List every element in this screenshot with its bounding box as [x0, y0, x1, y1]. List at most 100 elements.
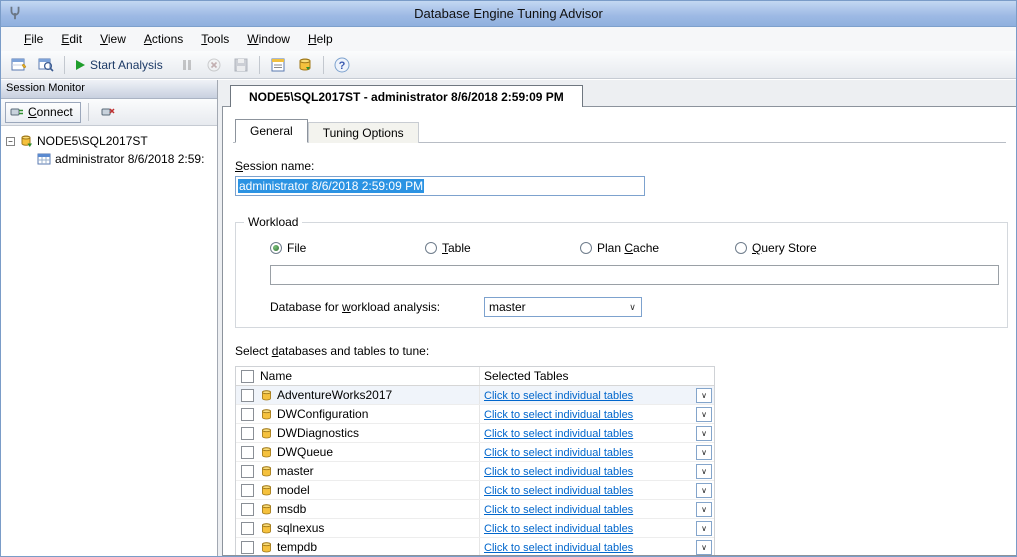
general-page: Session name: administrator 8/6/2018 2:5…	[223, 143, 1016, 556]
menu-item-help[interactable]: Help	[299, 29, 342, 49]
disconnect-button[interactable]	[96, 101, 120, 123]
page-tabs: GeneralTuning Options	[233, 119, 1006, 143]
select-individual-tables-link[interactable]: Click to select individual tables	[484, 542, 633, 554]
databases-table: Name Selected Tables AdventureWorks2017 …	[235, 366, 715, 556]
workload-file-input[interactable]	[270, 265, 999, 285]
select-individual-tables-link[interactable]: Click to select individual tables	[484, 390, 633, 402]
menu-item-edit[interactable]: Edit	[52, 29, 91, 49]
save-button[interactable]	[229, 54, 253, 76]
menu-item-file[interactable]: File	[15, 29, 52, 49]
workload-database-row: Database for workload analysis: master ∨	[270, 297, 1007, 317]
workload-radio-table[interactable]: Table	[425, 241, 580, 255]
row-checkbox[interactable]	[241, 389, 254, 402]
new-session-button[interactable]	[7, 54, 31, 76]
tables-dropdown-button[interactable]: ∨	[696, 483, 712, 498]
start-analysis-button[interactable]: Start Analysis	[71, 54, 172, 76]
row-checkbox[interactable]	[241, 522, 254, 535]
radio-icon	[735, 242, 747, 254]
database-name: DWDiagnostics	[277, 426, 359, 440]
import-options-button[interactable]	[266, 54, 290, 76]
tables-dropdown-button[interactable]: ∨	[696, 445, 712, 460]
pause-icon	[179, 57, 195, 73]
stop-analysis-button[interactable]	[202, 54, 226, 76]
workload-radio-file[interactable]: File	[270, 241, 425, 255]
toolbar-separator	[323, 56, 324, 74]
open-session-button[interactable]	[34, 54, 58, 76]
session-node-label: administrator 8/6/2018 2:59:	[55, 152, 204, 166]
database-icon	[260, 503, 273, 516]
toolbar-separator	[259, 56, 260, 74]
session-name-input[interactable]: administrator 8/6/2018 2:59:09 PM	[235, 176, 645, 196]
menu-bar: FileEditViewActionsToolsWindowHelp	[1, 27, 1016, 51]
tab-general[interactable]: General	[235, 119, 308, 143]
tree-node-server[interactable]: − NODE5\SQL2017ST	[1, 132, 217, 150]
tables-dropdown-button[interactable]: ∨	[696, 464, 712, 479]
connect-label: Connect	[28, 105, 73, 119]
tables-dropdown-button[interactable]: ∨	[696, 540, 712, 555]
session-monitor-title: Session Monitor	[1, 80, 217, 99]
tables-dropdown-button[interactable]: ∨	[696, 502, 712, 517]
workload-radio-group: FileTablePlan CacheQuery Store	[236, 241, 1007, 255]
start-analysis-label: Start Analysis	[90, 58, 163, 72]
select-individual-tables-link[interactable]: Click to select individual tables	[484, 409, 633, 421]
workload-group-label: Workload	[244, 215, 302, 229]
workload-radio-query-store[interactable]: Query Store	[735, 241, 890, 255]
table-row: DWConfiguration Click to select individu…	[236, 405, 714, 424]
tables-dropdown-button[interactable]: ∨	[696, 407, 712, 422]
database-icon	[260, 427, 273, 440]
tree-node-session[interactable]: administrator 8/6/2018 2:59:	[1, 150, 217, 168]
save-icon	[233, 57, 249, 73]
tab-tuning-options[interactable]: Tuning Options	[308, 122, 419, 143]
row-checkbox[interactable]	[241, 503, 254, 516]
menu-item-window[interactable]: Window	[238, 29, 299, 49]
table-header-row: Name Selected Tables	[236, 367, 714, 386]
selected-tables-column-header[interactable]: Selected Tables	[480, 369, 714, 383]
table-row: DWQueue Click to select individual table…	[236, 443, 714, 462]
connect-icon	[10, 105, 24, 119]
select-databases-label: Select databases and tables to tune:	[235, 344, 1010, 358]
menu-item-tools[interactable]: Tools	[192, 29, 238, 49]
row-checkbox[interactable]	[241, 446, 254, 459]
export-results-button[interactable]	[293, 54, 317, 76]
select-all-checkbox[interactable]	[241, 370, 254, 383]
database-icon	[260, 522, 273, 535]
select-individual-tables-link[interactable]: Click to select individual tables	[484, 428, 633, 440]
database-icon	[260, 408, 273, 421]
menu-item-view[interactable]: View	[91, 29, 135, 49]
row-checkbox[interactable]	[241, 541, 254, 554]
window-title: Database Engine Tuning Advisor	[1, 6, 1016, 21]
connect-button[interactable]: Connect	[5, 102, 81, 123]
name-column-header[interactable]: Name	[258, 367, 480, 385]
workload-radio-plan-cache[interactable]: Plan Cache	[580, 241, 735, 255]
help-icon: ?	[334, 57, 350, 73]
tables-dropdown-button[interactable]: ∨	[696, 521, 712, 536]
row-checkbox[interactable]	[241, 465, 254, 478]
database-icon	[260, 465, 273, 478]
session-monitor-panel: Session Monitor Connect − NODE5\SQL2017S…	[1, 80, 218, 556]
toolbar-separator	[88, 103, 89, 121]
select-individual-tables-link[interactable]: Click to select individual tables	[484, 523, 633, 535]
content-split: Session Monitor Connect − NODE5\SQL2017S…	[1, 80, 1016, 556]
row-checkbox[interactable]	[241, 427, 254, 440]
select-individual-tables-link[interactable]: Click to select individual tables	[484, 504, 633, 516]
row-checkbox[interactable]	[241, 484, 254, 497]
database-icon	[260, 541, 273, 554]
help-button[interactable]: ?	[330, 54, 354, 76]
menu-item-actions[interactable]: Actions	[135, 29, 192, 49]
pause-analysis-button[interactable]	[175, 54, 199, 76]
tables-dropdown-button[interactable]: ∨	[696, 388, 712, 403]
select-individual-tables-link[interactable]: Click to select individual tables	[484, 447, 633, 459]
database-name: model	[277, 483, 310, 497]
chevron-down-icon[interactable]: ∨	[624, 298, 641, 316]
table-row: msdb Click to select individual tables ∨	[236, 500, 714, 519]
collapse-icon[interactable]: −	[6, 137, 15, 146]
select-individual-tables-link[interactable]: Click to select individual tables	[484, 466, 633, 478]
select-individual-tables-link[interactable]: Click to select individual tables	[484, 485, 633, 497]
workload-database-combobox[interactable]: master ∨	[484, 297, 642, 317]
table-row: AdventureWorks2017 Click to select indiv…	[236, 386, 714, 405]
app-icon	[7, 5, 25, 23]
session-document-tab[interactable]: NODE5\SQL2017ST - administrator 8/6/2018…	[230, 85, 583, 107]
table-row: tempdb Click to select individual tables…	[236, 538, 714, 556]
row-checkbox[interactable]	[241, 408, 254, 421]
tables-dropdown-button[interactable]: ∨	[696, 426, 712, 441]
